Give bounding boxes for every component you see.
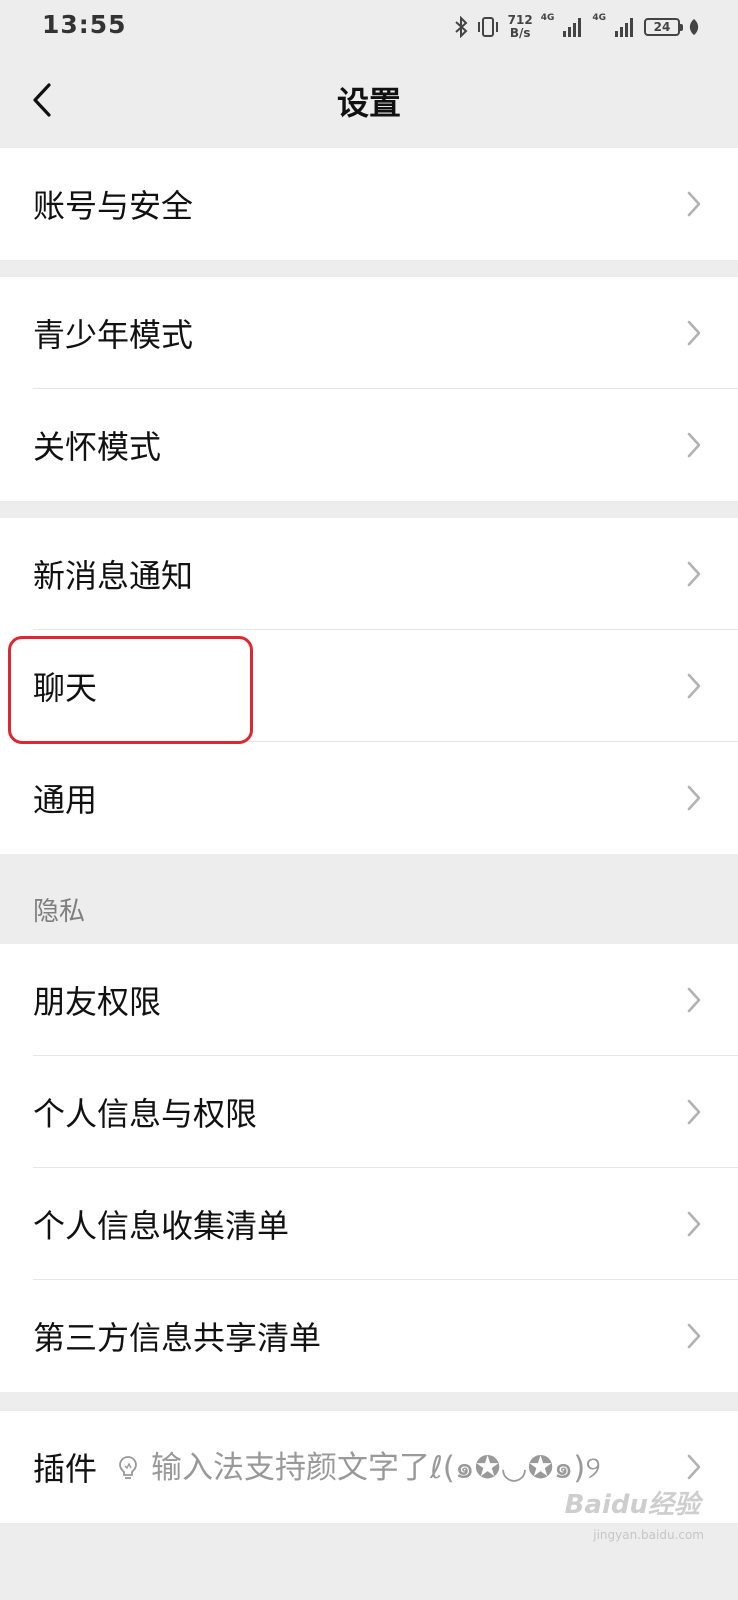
settings-group-privacy: 朋友权限 个人信息与权限 个人信息收集清单 第三方信息共享清单 bbox=[0, 944, 738, 1392]
settings-item-label: 插件 bbox=[33, 1450, 98, 1488]
chevron-right-icon bbox=[687, 561, 701, 587]
settings-item-personal-info-collection-list[interactable]: 个人信息收集清单 bbox=[0, 1168, 738, 1280]
settings-item-account-security[interactable]: 账号与安全 bbox=[0, 148, 738, 260]
leaf-icon bbox=[689, 19, 699, 35]
chevron-right-icon bbox=[687, 432, 701, 458]
status-bar: 13:55 712 B/s 4G 4G 24 bbox=[0, 0, 738, 54]
settings-item-label: 个人信息与权限 bbox=[33, 1095, 258, 1133]
settings-group-modes: 青少年模式 关怀模式 bbox=[0, 277, 738, 501]
settings-item-third-party-sharing-list[interactable]: 第三方信息共享清单 bbox=[0, 1280, 738, 1392]
status-time: 13:55 bbox=[42, 10, 127, 39]
settings-item-label: 青少年模式 bbox=[33, 316, 194, 354]
settings-item-chat[interactable]: 聊天 bbox=[0, 630, 738, 742]
settings-group-account: 账号与安全 bbox=[0, 148, 738, 260]
settings-item-personal-info-permissions[interactable]: 个人信息与权限 bbox=[0, 1056, 738, 1168]
settings-item-teen-mode[interactable]: 青少年模式 bbox=[0, 277, 738, 389]
settings-item-label: 通用 bbox=[33, 781, 98, 819]
network-speed-unit: B/s bbox=[509, 26, 531, 40]
chevron-right-icon bbox=[687, 1454, 701, 1480]
signal-icon bbox=[615, 18, 633, 37]
settings-item-label: 第三方信息共享清单 bbox=[33, 1319, 322, 1357]
chevron-right-icon bbox=[687, 785, 701, 811]
nav-bar: 设置 bbox=[0, 54, 738, 148]
baidu-watermark-logo: Baidu经验 bbox=[564, 1490, 700, 1520]
battery-icon: 24 bbox=[644, 18, 683, 36]
settings-item-label: 个人信息收集清单 bbox=[33, 1207, 290, 1245]
chevron-right-icon bbox=[687, 191, 701, 217]
settings-item-label: 新消息通知 bbox=[33, 557, 194, 595]
status-icons: 712 B/s 4G 4G 24 bbox=[454, 12, 700, 42]
battery-level: 24 bbox=[653, 20, 671, 34]
chevron-right-icon bbox=[687, 1211, 701, 1237]
signal-1-label: 4G bbox=[540, 13, 555, 23]
page-title: 设置 bbox=[336, 84, 401, 122]
baidu-watermark-url: jingyan.baidu.com bbox=[593, 1528, 704, 1542]
settings-item-label: 聊天 bbox=[33, 669, 98, 707]
lightbulb-icon bbox=[119, 1456, 137, 1479]
plugin-update-text: 输入法支持颜文字了ℓ(๑✪◡✪๑)୨ bbox=[151, 1450, 601, 1486]
plugin-update-hint: 输入法支持颜文字了ℓ(๑✪◡✪๑)୨ bbox=[117, 1442, 601, 1492]
settings-item-care-mode[interactable]: 关怀模式 bbox=[0, 389, 738, 501]
chevron-right-icon bbox=[687, 1323, 701, 1349]
chevron-right-icon bbox=[687, 987, 701, 1013]
settings-item-label: 账号与安全 bbox=[33, 187, 194, 225]
signal-2-label: 4G bbox=[592, 13, 606, 23]
chevron-right-icon bbox=[687, 320, 701, 346]
section-header-privacy: 隐私 bbox=[33, 897, 86, 927]
settings-item-label: 朋友权限 bbox=[33, 983, 162, 1021]
vibrate-icon bbox=[477, 17, 498, 37]
settings-item-label: 关怀模式 bbox=[33, 428, 162, 466]
settings-group-general: 新消息通知 聊天 通用 bbox=[0, 518, 738, 854]
chevron-right-icon bbox=[687, 1099, 701, 1125]
network-speed: 712 B/s bbox=[508, 14, 533, 40]
settings-item-new-message-notification[interactable]: 新消息通知 bbox=[0, 518, 738, 630]
settings-item-friend-permissions[interactable]: 朋友权限 bbox=[0, 944, 738, 1056]
chevron-right-icon bbox=[687, 673, 701, 699]
bluetooth-icon bbox=[454, 16, 468, 38]
settings-item-general[interactable]: 通用 bbox=[0, 742, 738, 854]
signal-icon bbox=[563, 18, 582, 37]
